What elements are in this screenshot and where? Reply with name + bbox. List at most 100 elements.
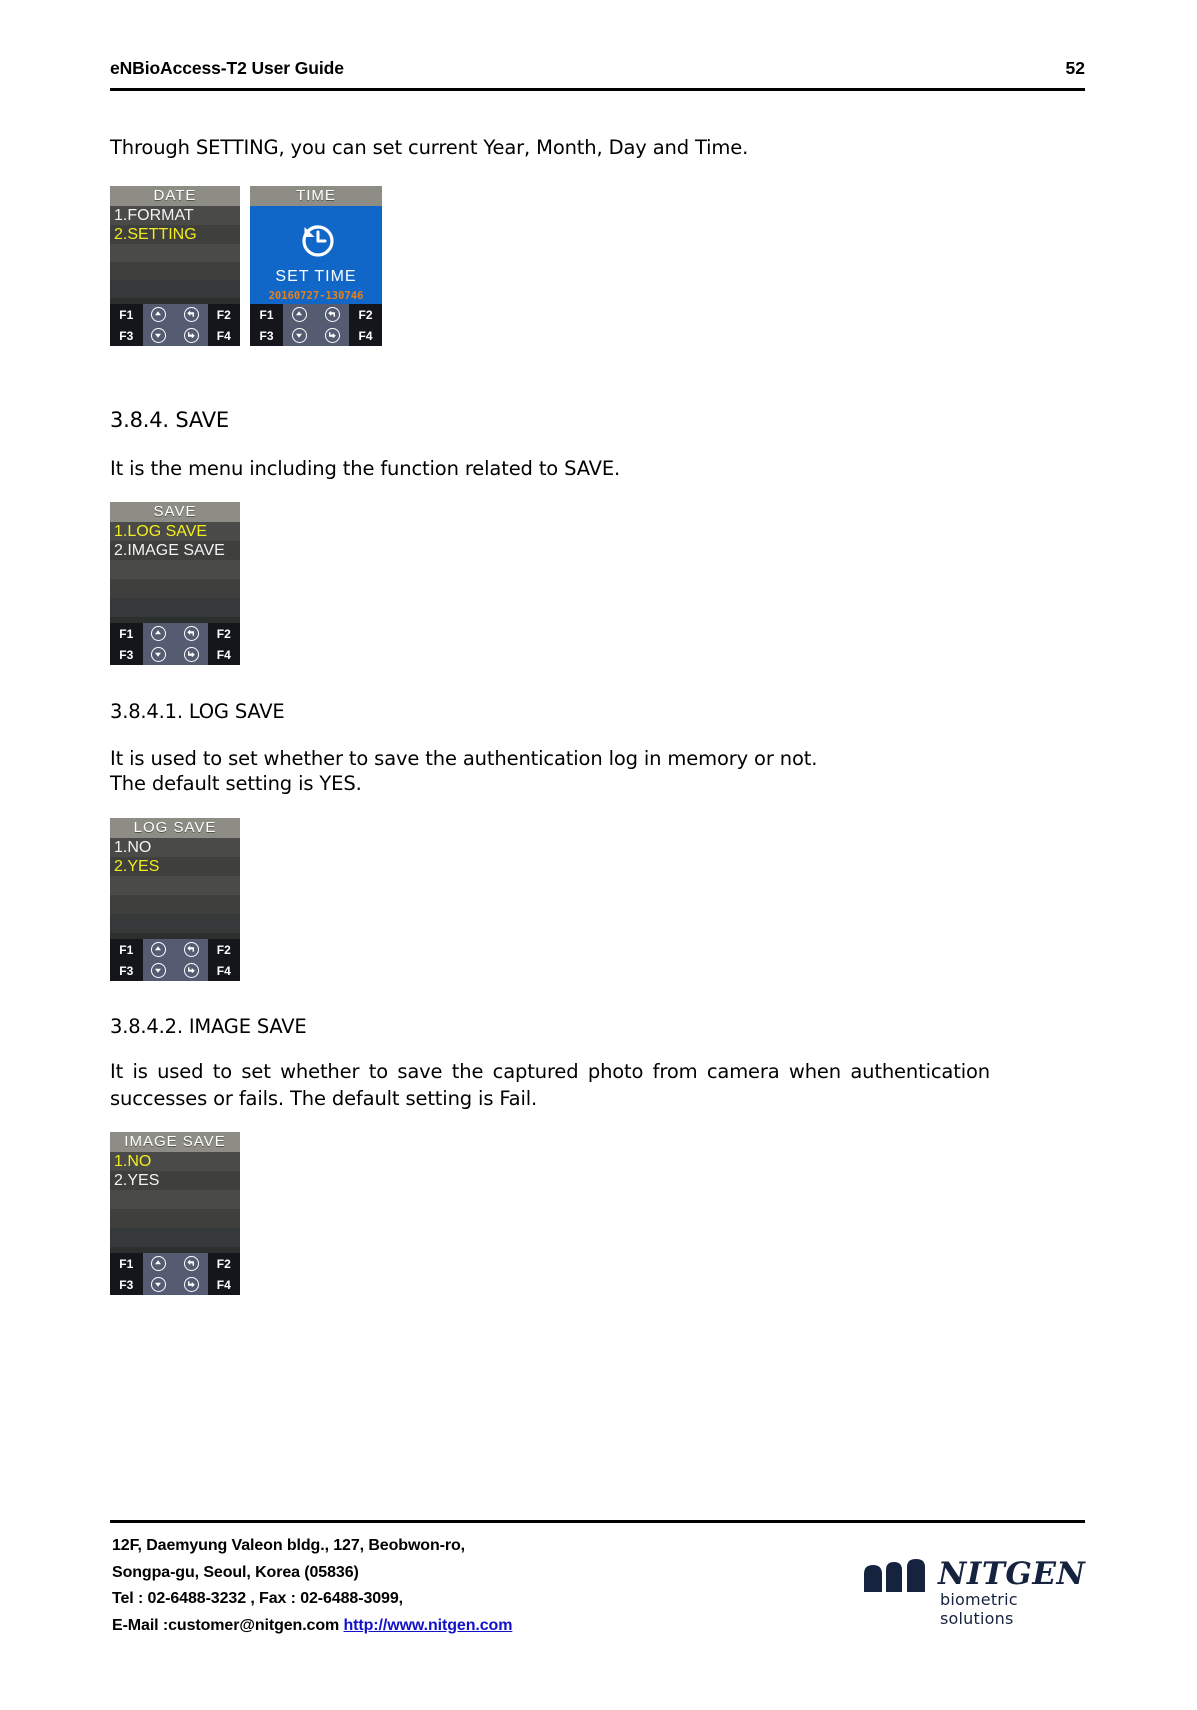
- set-time-clock-icon: [293, 218, 339, 266]
- forward-arrow-circle-icon: [183, 328, 199, 343]
- down-arrow-circle-icon: [151, 647, 167, 662]
- key-up[interactable]: [142, 304, 175, 325]
- forward-arrow-circle-icon: [183, 647, 199, 662]
- key-down[interactable]: [142, 644, 175, 665]
- lcd-item-save-log[interactable]: 1.LOG SAVE: [110, 522, 240, 541]
- key-f4[interactable]: F4: [207, 325, 240, 346]
- up-arrow-circle-icon: [151, 1256, 167, 1271]
- key-f4[interactable]: F4: [349, 325, 382, 346]
- lcd-keypad-row-top: F1 F2: [250, 304, 382, 325]
- key-forward[interactable]: [175, 325, 208, 346]
- key-forward[interactable]: [175, 1274, 208, 1295]
- footer-divider: [110, 1520, 1085, 1523]
- down-arrow-circle-icon: [151, 963, 167, 978]
- key-down[interactable]: [283, 325, 316, 346]
- lcd-item-save-image[interactable]: 2.IMAGE SAVE: [110, 541, 240, 560]
- header-divider: [110, 88, 1085, 91]
- lcd-item-image-save-yes[interactable]: 2.YES: [110, 1171, 240, 1190]
- key-back[interactable]: [316, 304, 349, 325]
- key-f3[interactable]: F3: [110, 960, 143, 981]
- key-forward[interactable]: [316, 325, 349, 346]
- key-f1[interactable]: F1: [110, 939, 143, 960]
- key-f2[interactable]: F2: [349, 304, 382, 325]
- key-forward[interactable]: [175, 644, 208, 665]
- lcd-keypad-save: F1 F2 F3 F4: [110, 623, 240, 665]
- key-up[interactable]: [142, 623, 175, 644]
- footer-address-line1: 12F, Daemyung Valeon bldg., 127, Beobwon…: [112, 1537, 466, 1554]
- key-back[interactable]: [175, 623, 208, 644]
- lcd-filler-row: [110, 895, 240, 914]
- key-down[interactable]: [142, 325, 175, 346]
- key-down[interactable]: [142, 1274, 175, 1295]
- key-back[interactable]: [175, 304, 208, 325]
- key-f3[interactable]: F3: [110, 1274, 143, 1295]
- key-f4[interactable]: F4: [207, 1274, 240, 1295]
- page-number: 52: [1065, 58, 1085, 78]
- lcd-keypad-time: F1 F2 F3 F4: [250, 304, 382, 346]
- section-heading-save: 3.8.4. SAVE: [110, 408, 229, 432]
- key-f2[interactable]: F2: [207, 304, 240, 325]
- lcd-filler-row: [110, 244, 240, 262]
- lcd-title-log-save: LOG SAVE: [110, 818, 240, 838]
- back-arrow-circle-icon: [183, 626, 199, 641]
- up-arrow-circle-icon: [151, 942, 167, 957]
- key-back[interactable]: [175, 1253, 208, 1274]
- lcd-filler-row: [110, 1190, 240, 1209]
- lcd-item-date-setting[interactable]: 2.SETTING: [110, 225, 240, 244]
- lcd-filler-row: [110, 560, 240, 579]
- footer-address-line4: E-Mail :customer@nitgen.com http://www.n…: [112, 1613, 512, 1640]
- header-title: eNBioAccess-T2 User Guide: [110, 58, 344, 78]
- lcd-keypad-row-bottom: F3 F4: [110, 1274, 240, 1295]
- lcd-filler-row: [110, 876, 240, 895]
- down-arrow-circle-icon: [151, 328, 167, 343]
- nitgen-logo-name: NITGEN: [938, 1556, 1086, 1592]
- lcd-keypad-row-top: F1 F2: [110, 939, 240, 960]
- key-up[interactable]: [142, 1253, 175, 1274]
- key-down[interactable]: [142, 960, 175, 981]
- footer-email: E-Mail :customer@nitgen.com: [112, 1616, 344, 1634]
- key-f1[interactable]: F1: [110, 1253, 143, 1274]
- lcd-set-time-label: SET TIME: [275, 268, 357, 285]
- lcd-keypad-row-bottom: F3 F4: [110, 960, 240, 981]
- key-forward[interactable]: [175, 960, 208, 981]
- lcd-item-image-save-no[interactable]: 1.NO: [110, 1152, 240, 1171]
- intro-paragraph: Through SETTING, you can set current Yea…: [110, 136, 749, 159]
- key-f1[interactable]: F1: [110, 623, 143, 644]
- lcd-filler-row: [110, 1209, 240, 1228]
- key-up[interactable]: [283, 304, 316, 325]
- section-log-save-text-line1: It is used to set whether to save the au…: [110, 747, 818, 770]
- section-log-save-text-line2: The default setting is YES.: [110, 772, 362, 795]
- key-up[interactable]: [142, 939, 175, 960]
- key-f3[interactable]: F3: [250, 325, 283, 346]
- key-f1[interactable]: F1: [110, 304, 143, 325]
- lcd-item-log-save-no[interactable]: 1.NO: [110, 838, 240, 857]
- footer-address-line2: Songpa-gu, Seoul, Korea (05836): [112, 1563, 359, 1581]
- section-heading-log-save: 3.8.4.1. LOG SAVE: [110, 700, 285, 723]
- lcd-screen-save: SAVE 1.LOG SAVE 2.IMAGE SAVE F1 F2 F3 F4: [110, 502, 240, 665]
- document-page: eNBioAccess-T2 User Guide 52 Through SET…: [0, 0, 1197, 1710]
- key-f4[interactable]: F4: [207, 960, 240, 981]
- back-arrow-circle-icon: [183, 1256, 199, 1271]
- section-save-text: It is the menu including the function re…: [110, 457, 621, 480]
- key-f2[interactable]: F2: [207, 939, 240, 960]
- lcd-keypad-date: F1 F2 F3 F4: [110, 304, 240, 346]
- lcd-item-log-save-yes[interactable]: 2.YES: [110, 857, 240, 876]
- lcd-keypad-row-top: F1 F2: [110, 1253, 240, 1274]
- key-f4[interactable]: F4: [207, 644, 240, 665]
- forward-arrow-circle-icon: [183, 963, 199, 978]
- key-f1[interactable]: F1: [250, 304, 283, 325]
- footer-website-link[interactable]: http://www.nitgen.com: [344, 1617, 513, 1634]
- key-back[interactable]: [175, 939, 208, 960]
- key-f3[interactable]: F3: [110, 644, 143, 665]
- lcd-keypad-row-bottom: F3 F4: [110, 325, 240, 346]
- key-f2[interactable]: F2: [207, 623, 240, 644]
- up-arrow-circle-icon: [151, 626, 167, 641]
- lcd-title-image-save: IMAGE SAVE: [110, 1132, 240, 1152]
- section-image-save-text: It is used to set whether to save the ca…: [110, 1060, 990, 1110]
- key-f3[interactable]: F3: [110, 325, 143, 346]
- lcd-filler-row: [110, 579, 240, 598]
- down-arrow-circle-icon: [292, 328, 307, 343]
- key-f2[interactable]: F2: [207, 1253, 240, 1274]
- lcd-item-date-format[interactable]: 1.FORMAT: [110, 206, 240, 225]
- lcd-keypad-log-save: F1 F2 F3 F4: [110, 939, 240, 981]
